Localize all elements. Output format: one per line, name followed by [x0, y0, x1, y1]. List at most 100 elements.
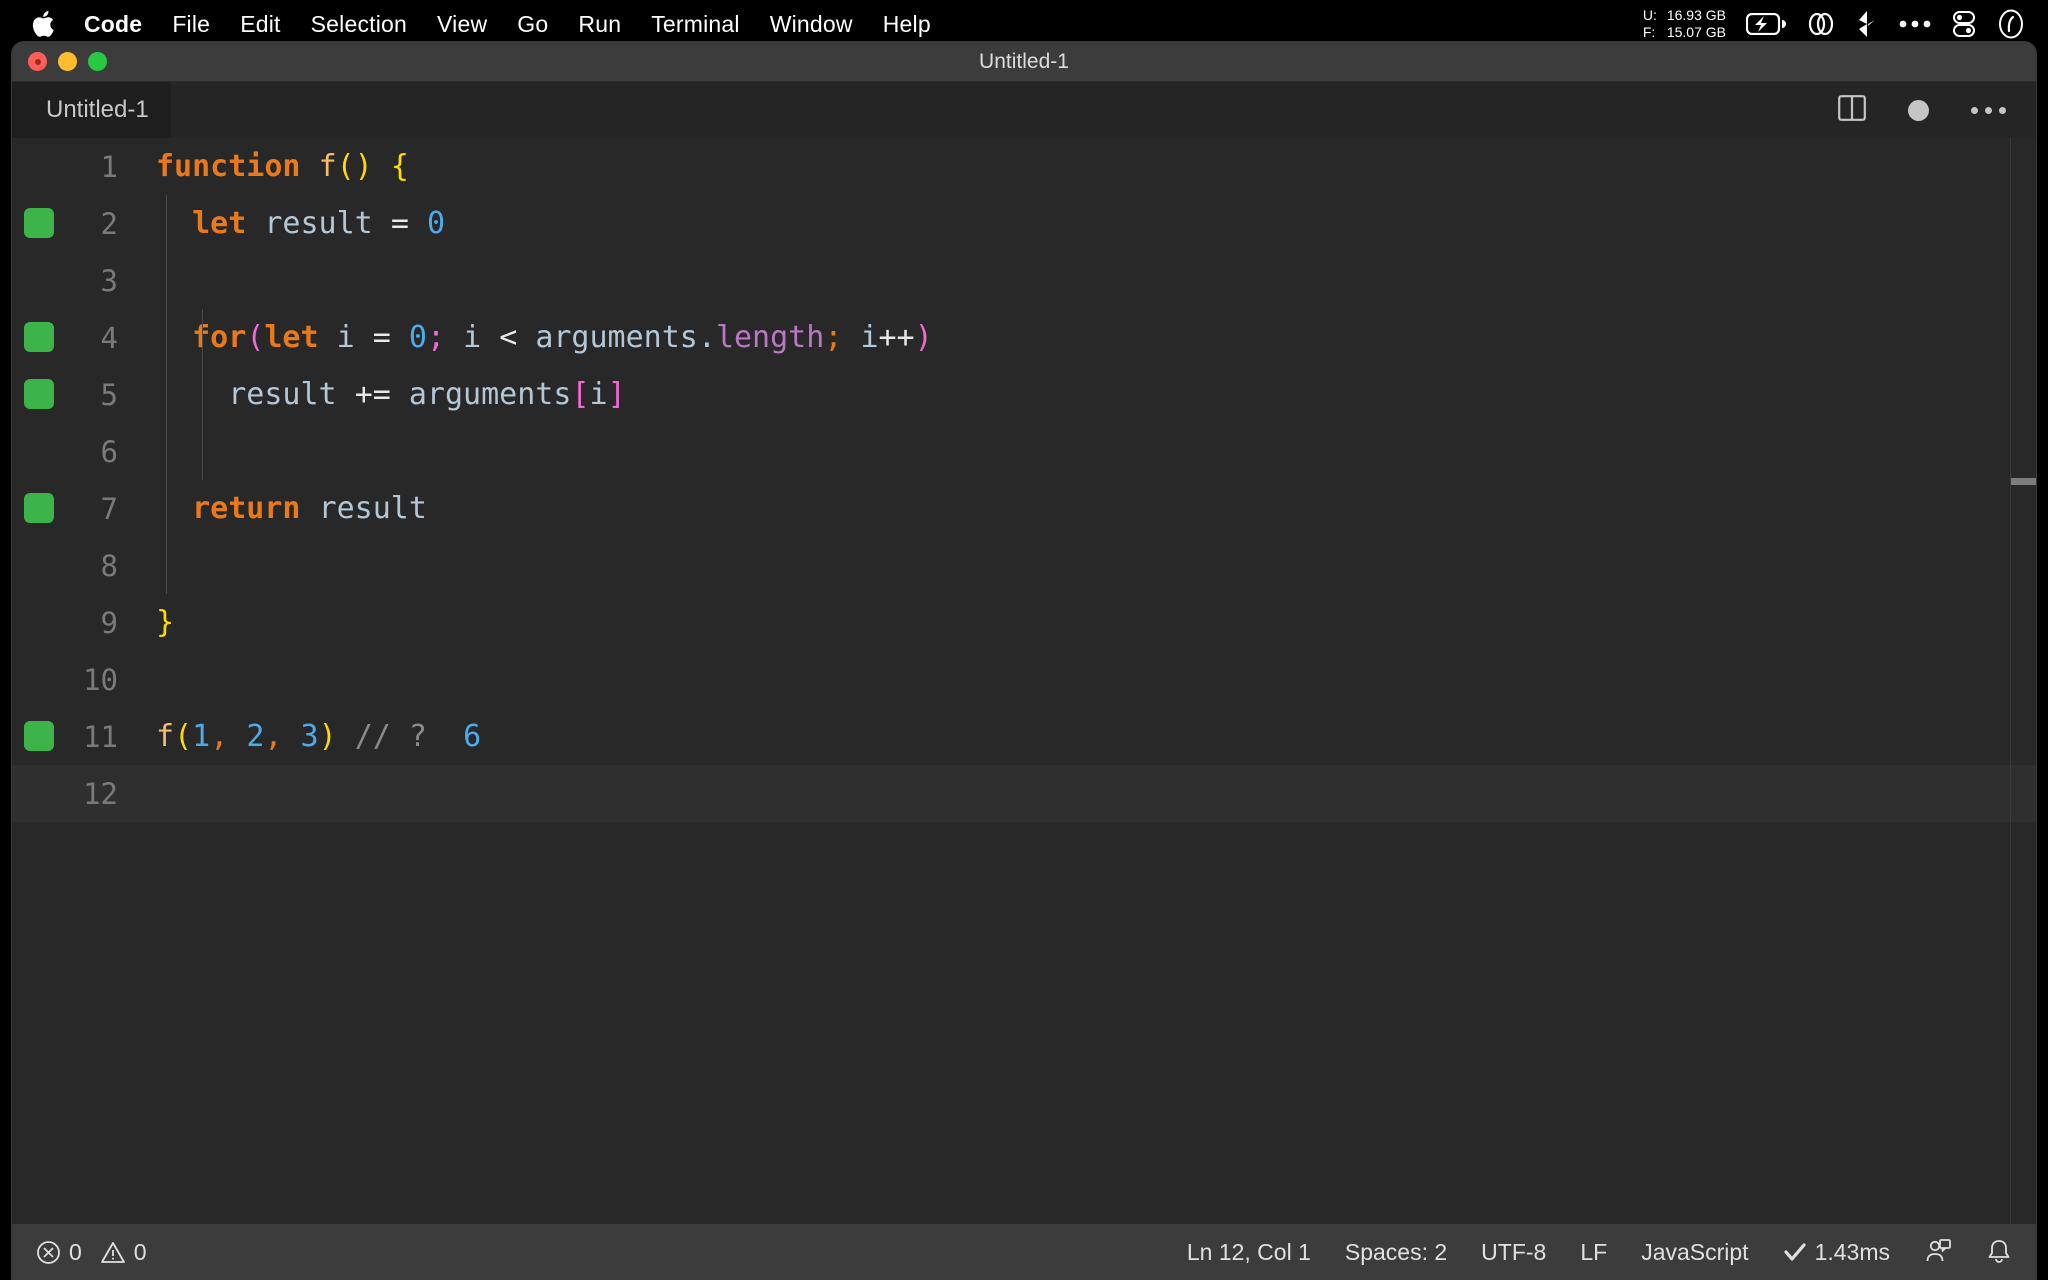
- menu-terminal[interactable]: Terminal: [651, 11, 740, 38]
- code-line[interactable]: 5 result += arguments[i]: [12, 366, 2036, 423]
- token: let: [264, 320, 318, 355]
- window-title: Untitled-1: [12, 50, 2036, 74]
- token: let: [192, 206, 246, 241]
- token: [481, 320, 499, 355]
- indentation-status[interactable]: Spaces: 2: [1345, 1239, 1447, 1266]
- menu-window[interactable]: Window: [770, 11, 853, 38]
- line-number: 12: [12, 777, 146, 811]
- ruler-mark: [2011, 478, 2036, 485]
- menu-edit[interactable]: Edit: [240, 11, 280, 38]
- coverage-indicator: [24, 493, 54, 523]
- token: {: [391, 149, 409, 184]
- coverage-indicator: [24, 322, 54, 352]
- more-actions-icon[interactable]: [1971, 107, 2006, 114]
- siri-icon[interactable]: [1996, 9, 2026, 39]
- token: i: [337, 320, 355, 355]
- line-number: 1: [12, 150, 146, 184]
- code-line[interactable]: 6: [12, 423, 2036, 480]
- unsaved-dot-icon[interactable]: [1908, 100, 1929, 121]
- editor-tabbar: Untitled-1: [12, 82, 2036, 138]
- token: 0: [427, 206, 445, 241]
- token: function: [156, 149, 301, 184]
- warning-triangle-icon: [100, 1240, 126, 1265]
- code-line[interactable]: 7 return result: [12, 480, 2036, 537]
- menu-view[interactable]: View: [437, 11, 487, 38]
- token: [282, 719, 300, 754]
- code-line[interactable]: 1function f() {: [12, 138, 2036, 195]
- token: ): [915, 320, 933, 355]
- indent-guide: [166, 195, 167, 594]
- overview-ruler[interactable]: [2010, 138, 2036, 1224]
- language-mode-status[interactable]: JavaScript: [1641, 1239, 1748, 1266]
- menu-go[interactable]: Go: [517, 11, 548, 38]
- battery-charging-icon[interactable]: [1746, 13, 1786, 35]
- code-line[interactable]: 12: [12, 765, 2036, 822]
- token: arguments: [535, 320, 698, 355]
- token: [228, 719, 246, 754]
- split-editor-icon[interactable]: [1838, 95, 1866, 126]
- token: [391, 320, 409, 355]
- token: f: [156, 719, 174, 754]
- token: [156, 206, 192, 241]
- macos-menu-bar: Code File Edit Selection View Go Run Ter…: [0, 0, 2048, 48]
- token: 0: [409, 320, 427, 355]
- bell-icon[interactable]: [1986, 1238, 2012, 1266]
- problems-status[interactable]: 0 0: [36, 1239, 147, 1266]
- feedback-person-icon[interactable]: [1924, 1238, 1952, 1266]
- token: [427, 719, 463, 754]
- token: (: [174, 719, 192, 754]
- code-line[interactable]: 9}: [12, 594, 2036, 651]
- token: [409, 206, 427, 241]
- screen: Code File Edit Selection View Go Run Ter…: [0, 0, 2048, 1280]
- line-number: 8: [12, 549, 146, 583]
- token: f: [319, 149, 337, 184]
- encoding-status[interactable]: UTF-8: [1481, 1239, 1546, 1266]
- token: arguments: [409, 377, 572, 412]
- code-editor[interactable]: 1function f() {2 let result = 034 for(le…: [12, 138, 2036, 1224]
- token: [319, 320, 337, 355]
- error-count: 0: [69, 1239, 82, 1266]
- coverage-indicator: [24, 208, 54, 238]
- token: ): [319, 719, 337, 754]
- menu-help[interactable]: Help: [883, 11, 931, 38]
- menu-code[interactable]: Code: [84, 11, 142, 38]
- menu-run[interactable]: Run: [578, 11, 621, 38]
- token: 3: [301, 719, 319, 754]
- ellipsis-icon[interactable]: [1898, 19, 1932, 29]
- code-line[interactable]: 4 for(let i = 0; i < arguments.length; i…: [12, 309, 2036, 366]
- cursor-position-status[interactable]: Ln 12, Col 1: [1187, 1239, 1311, 1266]
- menu-selection[interactable]: Selection: [311, 11, 407, 38]
- memory-readout[interactable]: U: 16.93 GB F: 15.07 GB: [1643, 7, 1726, 41]
- token: [445, 320, 463, 355]
- menu-file[interactable]: File: [172, 11, 210, 38]
- token: [842, 320, 860, 355]
- dropbox-icon[interactable]: [1856, 10, 1878, 38]
- token: [373, 149, 391, 184]
- code-line[interactable]: 8: [12, 537, 2036, 594]
- link-rings-icon[interactable]: [1806, 11, 1836, 37]
- token: ,: [264, 719, 282, 754]
- code-line[interactable]: 11f(1, 2, 3) // ? 6: [12, 708, 2036, 765]
- code-text: result += arguments[i]: [146, 377, 626, 412]
- control-center-icon[interactable]: [1952, 10, 1976, 38]
- vscode-window: Untitled-1 Untitled-1: [12, 42, 2036, 1280]
- memory-free-label: F:: [1643, 24, 1657, 41]
- status-bar: 0 0 Ln 12, Col 1 Spaces: 2 UTF-8 LF: [12, 1224, 2036, 1280]
- code-text: f(1, 2, 3) // ? 6: [146, 719, 481, 754]
- code-line[interactable]: 10: [12, 651, 2036, 708]
- code-text: return result: [146, 491, 427, 526]
- apple-logo-icon[interactable]: [30, 9, 56, 39]
- tab-untitled-1[interactable]: Untitled-1: [12, 82, 171, 138]
- code-line[interactable]: 3: [12, 252, 2036, 309]
- code-line[interactable]: 2 let result = 0: [12, 195, 2036, 252]
- eol-status[interactable]: LF: [1580, 1239, 1607, 1266]
- code-text: let result = 0: [146, 206, 445, 241]
- token: (: [246, 320, 264, 355]
- token: length: [716, 320, 824, 355]
- token: .: [698, 320, 716, 355]
- line-number: 9: [12, 606, 146, 640]
- token: [373, 206, 391, 241]
- token: [246, 206, 264, 241]
- run-time-status[interactable]: 1.43ms: [1783, 1239, 1890, 1266]
- token: ;: [824, 320, 842, 355]
